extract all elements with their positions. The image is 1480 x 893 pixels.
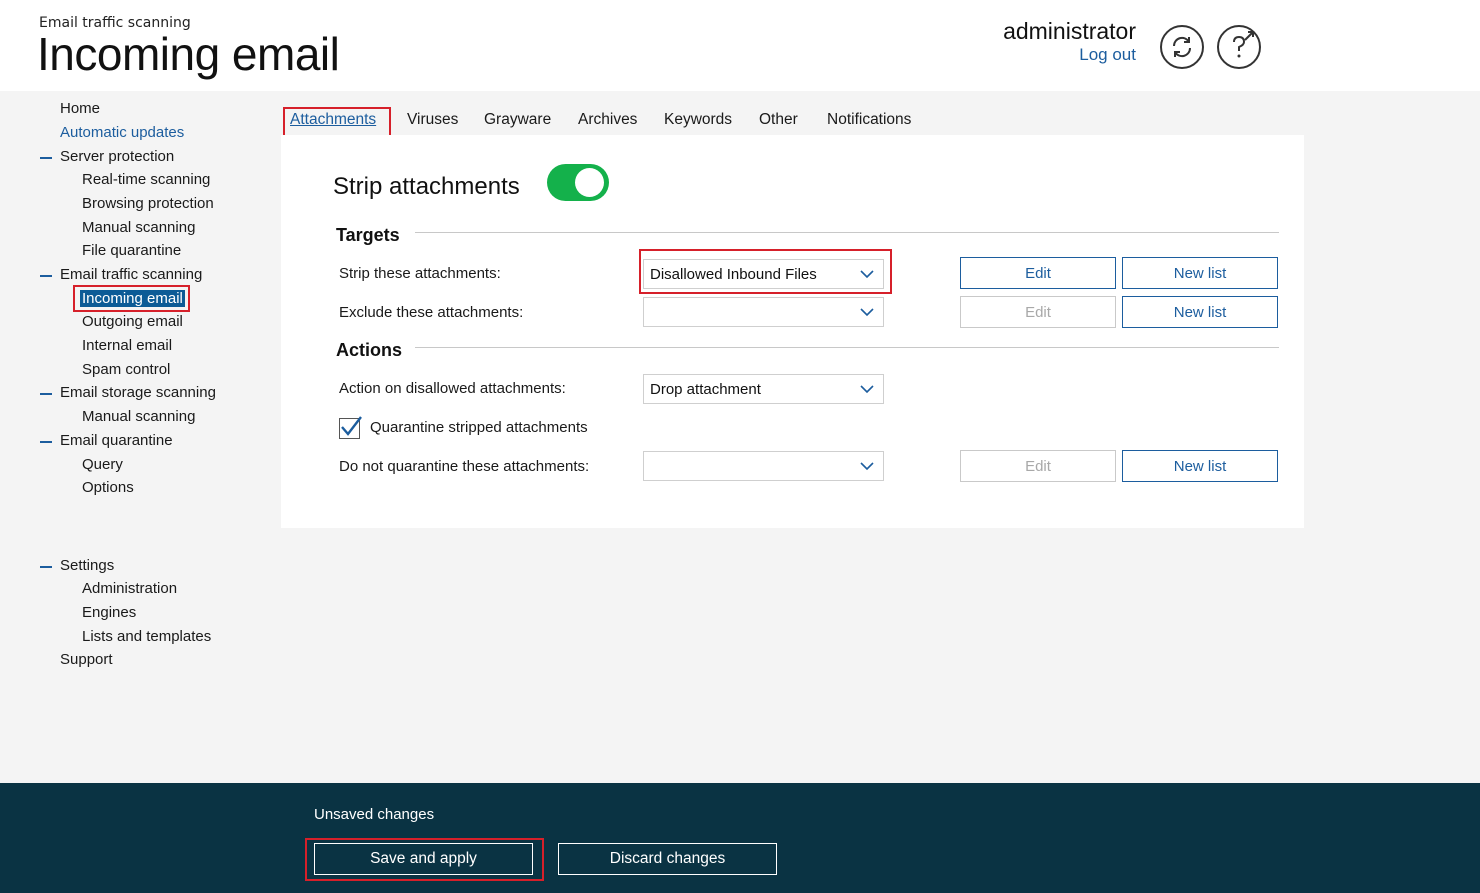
refresh-icon bbox=[1172, 36, 1192, 58]
sidebar-item-engines[interactable]: Engines bbox=[82, 604, 136, 621]
sidebar-item-file-quarantine[interactable]: File quarantine bbox=[82, 242, 181, 259]
noquarantine-select[interactable] bbox=[643, 451, 884, 481]
user-name: administrator bbox=[1003, 18, 1136, 44]
chevron-down-icon bbox=[860, 385, 874, 394]
collapse-icon[interactable] bbox=[40, 393, 52, 395]
page-title: Incoming email bbox=[37, 28, 340, 80]
header: Email traffic scanning Incoming email ad… bbox=[0, 0, 1480, 91]
sidebar: Home Automatic updates Server protection… bbox=[0, 91, 270, 783]
tab-viruses[interactable]: Viruses bbox=[407, 111, 458, 129]
noquarantine-edit-button[interactable]: Edit bbox=[960, 450, 1116, 482]
collapse-icon[interactable] bbox=[40, 441, 52, 443]
tab-other[interactable]: Other bbox=[759, 111, 798, 129]
action-label: Action on disallowed attachments: bbox=[339, 380, 566, 397]
sidebar-item-lists-and-templates[interactable]: Lists and templates bbox=[82, 628, 211, 645]
sidebar-item-support[interactable]: Support bbox=[60, 651, 113, 668]
section-divider bbox=[415, 232, 1279, 233]
sidebar-item-home[interactable]: Home bbox=[60, 100, 100, 117]
help-icon bbox=[1233, 31, 1254, 58]
tab-archives[interactable]: Archives bbox=[578, 111, 637, 129]
targets-heading: Targets bbox=[336, 225, 400, 245]
chevron-down-icon bbox=[860, 308, 874, 317]
help-button[interactable] bbox=[1217, 25, 1261, 69]
tab-notifications[interactable]: Notifications bbox=[827, 111, 911, 129]
sidebar-item-automatic-updates[interactable]: Automatic updates bbox=[60, 124, 184, 141]
sidebar-item-server-protection[interactable]: Server protection bbox=[60, 148, 174, 165]
sidebar-item-email-quarantine[interactable]: Email quarantine bbox=[60, 432, 173, 449]
tab-grayware[interactable]: Grayware bbox=[484, 111, 551, 129]
action-select[interactable]: Drop attachment bbox=[643, 374, 884, 404]
settings-panel: Strip attachments Targets Strip these at… bbox=[281, 135, 1304, 528]
refresh-button[interactable] bbox=[1160, 25, 1204, 69]
noquarantine-label: Do not quarantine these attachments: bbox=[339, 458, 590, 475]
sidebar-item-incoming-email[interactable]: Incoming email bbox=[80, 290, 185, 307]
sidebar-item-realtime-scanning[interactable]: Real-time scanning bbox=[82, 171, 210, 188]
unsaved-status: Unsaved changes bbox=[314, 806, 435, 823]
exclude-attachments-select[interactable] bbox=[643, 297, 884, 327]
sidebar-item-options[interactable]: Options bbox=[82, 479, 134, 496]
tab-attachments[interactable]: Attachments bbox=[290, 111, 376, 129]
quarantine-checkbox[interactable] bbox=[339, 416, 362, 439]
footer-bar: Unsaved changes Save and apply Discard c… bbox=[0, 783, 1480, 893]
collapse-icon[interactable] bbox=[40, 275, 52, 277]
exclude-new-list-button[interactable]: New list bbox=[1122, 296, 1278, 328]
strip-attachments-select[interactable]: Disallowed Inbound Files bbox=[643, 259, 884, 289]
sidebar-item-email-storage-scanning[interactable]: Email storage scanning bbox=[60, 384, 216, 401]
logout-link[interactable]: Log out bbox=[1079, 45, 1136, 65]
collapse-icon[interactable] bbox=[40, 566, 52, 568]
save-and-apply-button[interactable]: Save and apply bbox=[314, 843, 533, 875]
strip-label: Strip these attachments: bbox=[339, 265, 501, 282]
actions-heading: Actions bbox=[336, 340, 403, 360]
sidebar-item-storage-manual-scanning[interactable]: Manual scanning bbox=[82, 408, 195, 425]
panel-title: Strip attachments bbox=[333, 173, 520, 200]
sidebar-item-outgoing-email[interactable]: Outgoing email bbox=[82, 313, 183, 330]
chevron-down-icon bbox=[860, 462, 874, 471]
chevron-down-icon bbox=[860, 270, 874, 279]
strip-select-value: Disallowed Inbound Files bbox=[650, 266, 817, 283]
quarantine-label: Quarantine stripped attachments bbox=[370, 419, 588, 436]
section-divider bbox=[415, 347, 1279, 348]
checkmark-icon bbox=[341, 416, 362, 436]
sidebar-item-settings[interactable]: Settings bbox=[60, 557, 114, 574]
discard-changes-button[interactable]: Discard changes bbox=[558, 843, 777, 875]
exclude-label: Exclude these attachments: bbox=[339, 304, 524, 321]
sidebar-item-manual-scanning[interactable]: Manual scanning bbox=[82, 219, 195, 236]
action-select-value: Drop attachment bbox=[650, 381, 761, 398]
sidebar-item-administration[interactable]: Administration bbox=[82, 580, 177, 597]
collapse-icon[interactable] bbox=[40, 157, 52, 159]
tab-keywords[interactable]: Keywords bbox=[664, 111, 732, 129]
strip-edit-button[interactable]: Edit bbox=[960, 257, 1116, 289]
sidebar-item-browsing-protection[interactable]: Browsing protection bbox=[82, 195, 214, 212]
toggle-knob bbox=[575, 168, 604, 197]
noquarantine-new-list-button[interactable]: New list bbox=[1122, 450, 1278, 482]
strip-new-list-button[interactable]: New list bbox=[1122, 257, 1278, 289]
strip-attachments-toggle[interactable] bbox=[547, 164, 609, 201]
exclude-edit-button[interactable]: Edit bbox=[960, 296, 1116, 328]
sidebar-item-query[interactable]: Query bbox=[82, 456, 123, 473]
sidebar-item-internal-email[interactable]: Internal email bbox=[82, 337, 172, 354]
sidebar-item-spam-control[interactable]: Spam control bbox=[82, 361, 170, 378]
sidebar-item-email-traffic-scanning[interactable]: Email traffic scanning bbox=[60, 266, 202, 283]
